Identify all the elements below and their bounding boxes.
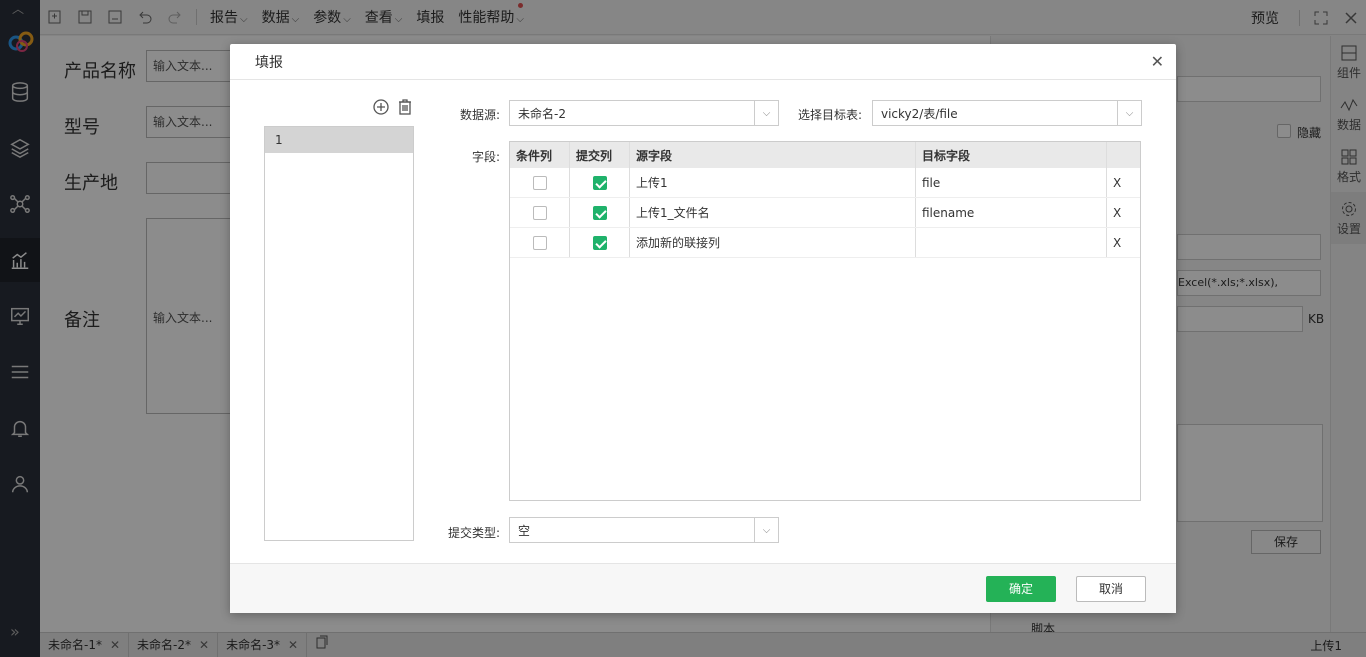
submit-checkbox[interactable] xyxy=(592,175,607,190)
dialog-close-button[interactable]: ✕ xyxy=(1151,52,1164,71)
target-field[interactable]: filename xyxy=(916,198,1107,227)
condition-cell xyxy=(510,198,570,227)
datasource-value: 未命名-2 xyxy=(518,106,566,121)
condition-checkbox[interactable] xyxy=(532,175,547,190)
submit-list: 1 xyxy=(264,126,414,541)
submit-type-select[interactable]: 空 ⌵ xyxy=(509,517,779,543)
add-circle-icon[interactable] xyxy=(372,98,390,116)
submit-cell xyxy=(570,168,630,197)
list-tools xyxy=(372,98,414,116)
datasource-label: 数据源: xyxy=(459,108,500,122)
col-submit: 提交列 xyxy=(570,142,630,168)
col-condition: 条件列 xyxy=(510,142,570,168)
source-field[interactable]: 上传1 xyxy=(630,168,916,197)
target-field[interactable]: file xyxy=(916,168,1107,197)
table-row: 上传1 file X xyxy=(510,168,1140,198)
dialog-header: 填报 xyxy=(230,44,1176,80)
table-row: 添加新的联接列 X xyxy=(510,228,1140,258)
source-field[interactable]: 上传1_文件名 xyxy=(630,198,916,227)
condition-cell xyxy=(510,168,570,197)
chevron-down-icon: ⌵ xyxy=(1117,101,1141,125)
datasource-select[interactable]: 未命名-2 ⌵ xyxy=(509,100,779,126)
target-table-label: 选择目标表: xyxy=(797,108,862,122)
table-header: 条件列 提交列 源字段 目标字段 xyxy=(510,142,1140,168)
source-field[interactable]: 添加新的联接列 xyxy=(630,228,916,257)
submit-type-label: 提交类型: xyxy=(447,526,500,540)
confirm-button[interactable]: 确定 xyxy=(986,576,1056,602)
table-row: 上传1_文件名 filename X xyxy=(510,198,1140,228)
condition-checkbox[interactable] xyxy=(532,235,547,250)
col-source: 源字段 xyxy=(630,142,916,168)
chevron-down-icon: ⌵ xyxy=(754,101,778,125)
dialog-title: 填报 xyxy=(255,54,283,71)
cancel-button[interactable]: 取消 xyxy=(1076,576,1146,602)
submit-checkbox[interactable] xyxy=(592,235,607,250)
condition-checkbox[interactable] xyxy=(532,205,547,220)
target-field[interactable] xyxy=(916,228,1107,257)
submit-type-value: 空 xyxy=(518,523,531,538)
trash-icon[interactable] xyxy=(396,98,414,116)
remove-row-button[interactable]: X xyxy=(1107,228,1140,257)
target-table-value: vicky2/表/file xyxy=(881,106,958,121)
condition-cell xyxy=(510,228,570,257)
fill-report-dialog: 填报 ✕ 1 数据源: 未命名-2 ⌵ 选择目标表: vicky2/表/file… xyxy=(230,44,1176,613)
col-target: 目标字段 xyxy=(916,142,1107,168)
chevron-down-icon: ⌵ xyxy=(754,518,778,542)
dialog-footer: 确定 取消 xyxy=(230,563,1176,613)
submit-cell xyxy=(570,198,630,227)
submit-cell xyxy=(570,228,630,257)
list-item[interactable]: 1 xyxy=(265,127,413,153)
target-table-select[interactable]: vicky2/表/file ⌵ xyxy=(872,100,1142,126)
field-mapping-table: 条件列 提交列 源字段 目标字段 上传1 file X 上传1_文件名 file… xyxy=(509,141,1141,501)
submit-checkbox[interactable] xyxy=(592,205,607,220)
remove-row-button[interactable]: X xyxy=(1107,168,1140,197)
remove-row-button[interactable]: X xyxy=(1107,198,1140,227)
fields-label: 字段: xyxy=(471,150,500,164)
col-remove xyxy=(1107,142,1140,168)
